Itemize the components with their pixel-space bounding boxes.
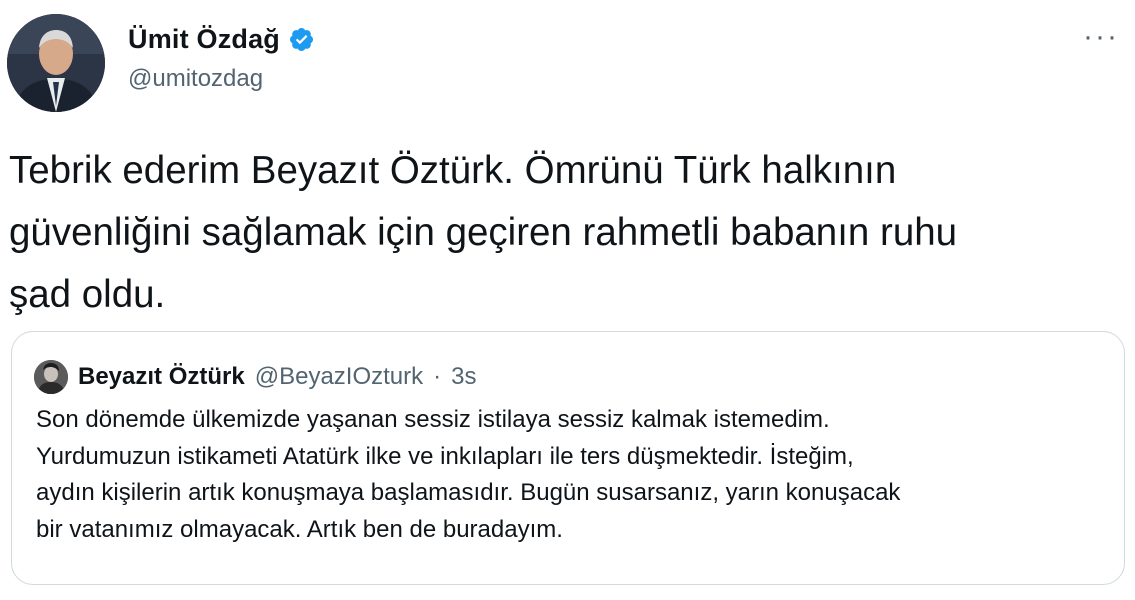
quoted-tweet[interactable]: Beyazıt Öztürk @BeyazIOzturk · 3s Son dö… — [11, 331, 1125, 585]
author-name-row: Ümit Özdağ — [128, 22, 315, 56]
user-avatar-icon — [34, 360, 68, 394]
user-avatar-icon — [7, 14, 105, 112]
author-handle[interactable]: @umitozdag — [128, 65, 315, 93]
quoted-tweet-time[interactable]: 3s — [451, 363, 476, 391]
quoted-tweet-text: Son dönemde ülkemizde yaşanan sessiz ist… — [36, 406, 901, 543]
quoted-tweet-header: Beyazıt Öztürk @BeyazIOzturk · 3s — [34, 360, 477, 394]
quoted-author-name[interactable]: Beyazıt Öztürk — [78, 363, 245, 391]
author-info: Ümit Özdağ @umitozdag — [128, 22, 315, 93]
quoted-author-avatar[interactable] — [34, 360, 68, 394]
tweet-card: Ümit Özdağ @umitozdag ··· Tebrik ederim … — [0, 0, 1135, 600]
quoted-author-handle[interactable]: @BeyazIOzturk — [255, 363, 423, 391]
more-options-icon[interactable]: ··· — [1083, 22, 1119, 52]
verified-badge-icon — [289, 27, 314, 51]
author-avatar[interactable] — [7, 14, 105, 112]
separator-dot: · — [433, 363, 442, 390]
tweet-text: Tebrik ederim Beyazıt Öztürk. Ömrünü Tür… — [9, 149, 958, 316]
author-name[interactable]: Ümit Özdağ — [128, 24, 280, 55]
